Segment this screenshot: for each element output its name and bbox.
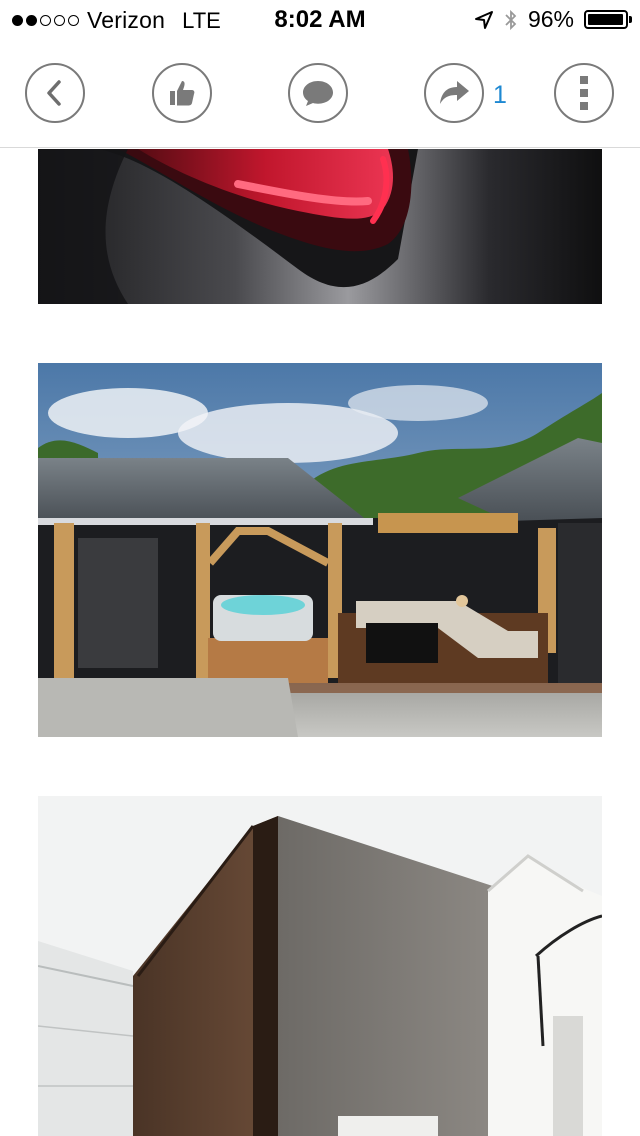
share-arrow-icon	[440, 81, 469, 104]
more-options-button[interactable]	[554, 63, 614, 123]
chevron-left-icon	[47, 80, 61, 106]
feed-image-building[interactable]	[38, 796, 602, 1136]
feed-image-pavilion[interactable]	[38, 363, 602, 737]
thumbs-up-icon	[170, 81, 195, 106]
back-button[interactable]	[25, 63, 85, 123]
status-right: 96%	[474, 6, 632, 33]
battery-percentage: 96%	[527, 6, 574, 32]
location-arrow-icon	[474, 10, 493, 29]
action-toolbar: 1	[0, 40, 640, 148]
share-count: 1	[493, 81, 507, 109]
speech-bubble-icon	[303, 81, 333, 106]
image-feed[interactable]	[0, 149, 640, 1136]
comment-button[interactable]	[288, 63, 348, 123]
bluetooth-icon	[505, 9, 517, 30]
share-button[interactable]	[424, 63, 484, 123]
vertical-dots-icon	[580, 76, 588, 110]
like-button[interactable]	[152, 63, 212, 123]
status-bar: Verizon LTE 8:02 AM 96%	[0, 0, 640, 40]
battery-icon	[584, 10, 632, 29]
feed-image-taillight[interactable]	[38, 149, 602, 304]
